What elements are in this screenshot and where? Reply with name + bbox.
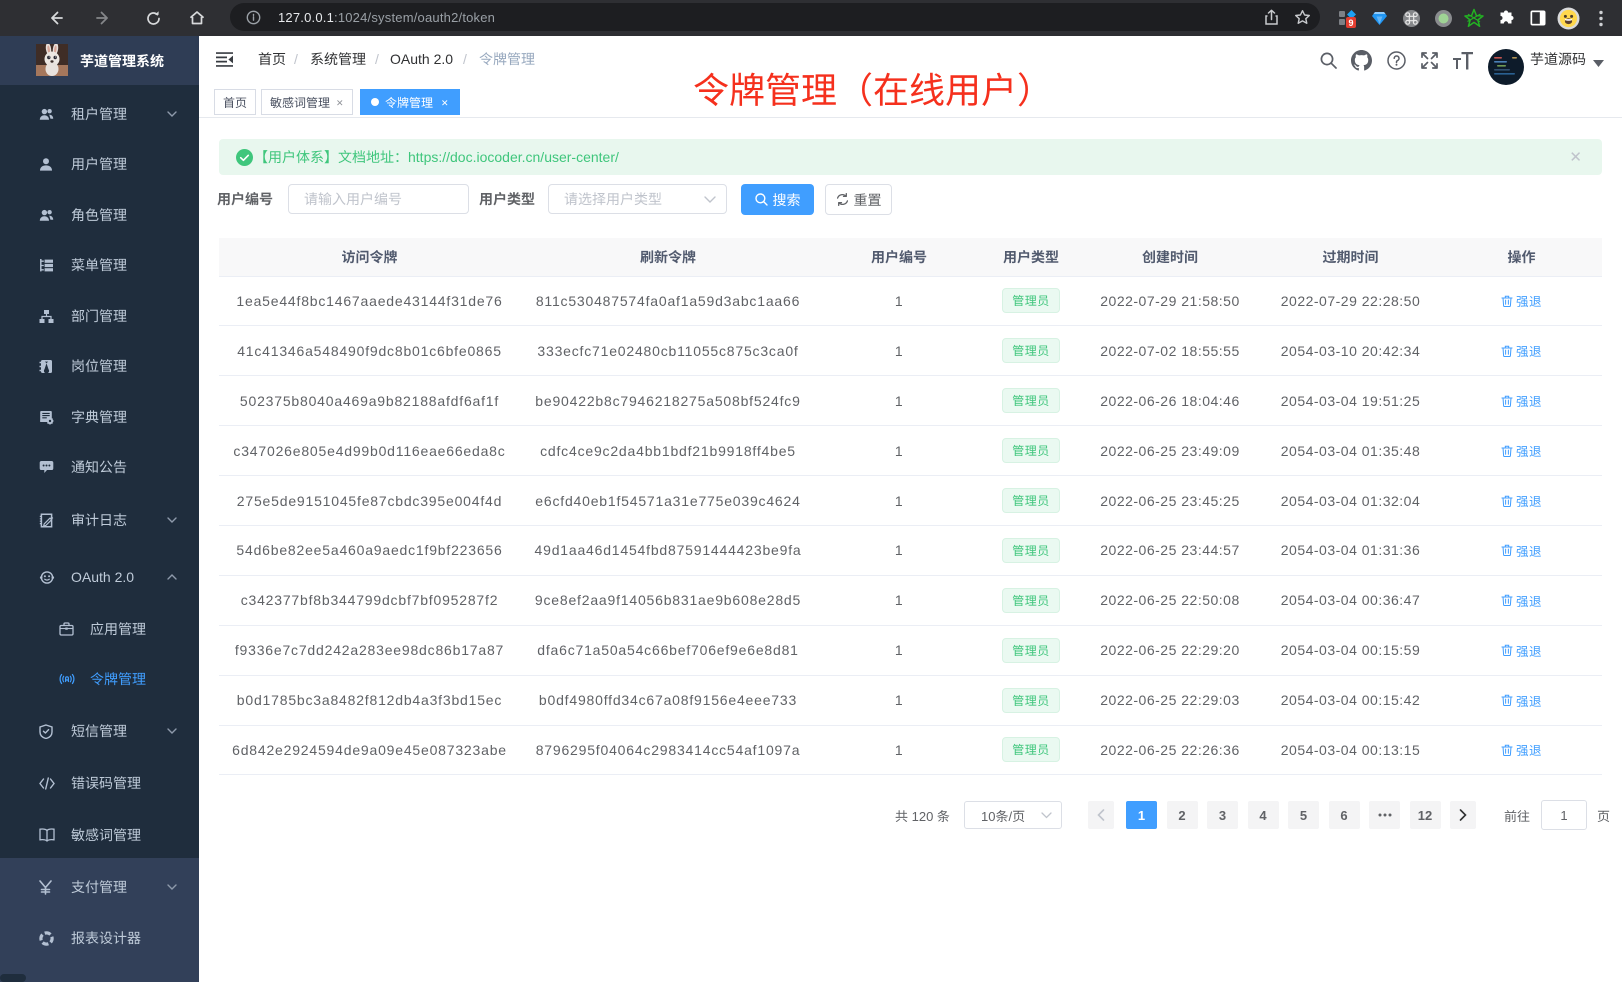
- svg-text:9: 9: [1348, 18, 1353, 28]
